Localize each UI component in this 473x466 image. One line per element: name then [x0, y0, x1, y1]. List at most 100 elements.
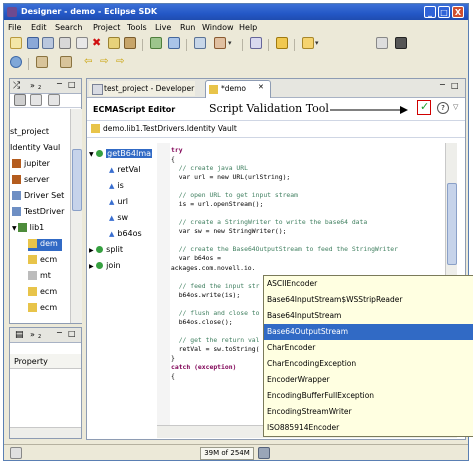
folder-icon[interactable]	[302, 37, 314, 49]
outline-var-retval[interactable]: ▲ retVal	[109, 165, 141, 177]
arrow-right-icon[interactable]: ⇨	[100, 56, 112, 68]
autocomplete-item[interactable]: CharEncoder	[264, 340, 473, 356]
document-icon[interactable]	[250, 37, 262, 49]
help-icon[interactable]: ?	[437, 102, 449, 114]
outline-var-b64os[interactable]: ▲ b64os	[109, 229, 142, 241]
delete-icon[interactable]: ✖	[92, 37, 104, 49]
expand-icon[interactable]: ▼	[12, 225, 17, 232]
navigator-icon[interactable]: ⤮	[13, 81, 20, 91]
tree-item-driver-set[interactable]: Driver Set	[12, 191, 64, 203]
menu-project[interactable]: Project	[93, 23, 120, 32]
tree-item-ecm[interactable]: ecm	[28, 255, 57, 267]
tree-item-demo[interactable]: dem	[28, 239, 62, 251]
prev-annotation-icon[interactable]	[60, 56, 72, 68]
autocomplete-item[interactable]: Base64InputStream$WSStripReader	[264, 292, 473, 308]
more-views-icon[interactable]: »	[30, 330, 35, 339]
scroll-thumb[interactable]	[447, 183, 457, 265]
chevron-down-icon[interactable]: ▾	[315, 37, 327, 49]
menu-run[interactable]: Run	[180, 23, 195, 32]
outline-var-is[interactable]: ▲ is	[109, 181, 124, 193]
pencil-icon[interactable]	[276, 37, 288, 49]
outline-function-getb64[interactable]: ▼ getB64Ima	[89, 149, 153, 161]
properties-icon[interactable]: ▤	[15, 330, 24, 340]
autocomplete-item[interactable]: ISO885914Encoder	[264, 420, 473, 436]
tab-demo-label: *demo	[221, 84, 247, 93]
autocomplete-item[interactable]: Base64InputStream	[264, 308, 473, 324]
maximize-view-icon[interactable]: □	[451, 81, 459, 90]
autocomplete-item[interactable]: ASCIIEncoder	[264, 276, 473, 292]
navigator-vscrollbar[interactable]	[70, 109, 82, 323]
arrow-left-icon[interactable]: ⇦	[84, 56, 96, 68]
model-icon[interactable]	[194, 37, 206, 49]
fast-view-icon[interactable]	[10, 447, 22, 459]
tree-item-lib1[interactable]: ▼ lib1	[12, 223, 44, 235]
tree-item-ecm-2[interactable]: ecm	[28, 287, 57, 299]
menu-search[interactable]: Search	[55, 23, 82, 32]
autocomplete-item[interactable]: CharEncodingException	[264, 356, 473, 372]
more-views-icon[interactable]: »	[30, 81, 35, 90]
title-bar[interactable]: Designer - demo - Eclipse SDK _ □ X	[4, 4, 468, 20]
chart-icon[interactable]	[150, 37, 162, 49]
tree-item-testdriver[interactable]: TestDriver	[12, 207, 64, 219]
tree-item-identity-vault[interactable]: Identity Vaul	[10, 143, 60, 155]
maximize-view-icon[interactable]: □	[68, 329, 76, 338]
save-all-icon[interactable]	[42, 37, 54, 49]
collapse-icon[interactable]	[48, 94, 60, 106]
arrow-right-alt-icon[interactable]: ⇨	[116, 56, 128, 68]
menu-edit[interactable]: Edit	[31, 23, 47, 32]
minimize-view-icon[interactable]: −	[56, 79, 63, 88]
tools-icon[interactable]	[124, 37, 136, 49]
designer-perspective-icon[interactable]	[395, 37, 407, 49]
tree-item-ecm-3[interactable]: ecm	[28, 303, 57, 315]
minimize-view-icon[interactable]: −	[56, 328, 63, 337]
maximize-view-icon[interactable]: □	[68, 80, 76, 89]
minimize-view-icon[interactable]: −	[439, 80, 446, 89]
tree-item-mt[interactable]: mt	[28, 271, 51, 283]
trash-icon[interactable]	[258, 447, 270, 459]
save-icon[interactable]	[27, 37, 39, 49]
script-icon	[28, 287, 37, 296]
outline-function-join[interactable]: ▶ join	[89, 261, 121, 273]
filter-icon[interactable]	[30, 94, 42, 106]
deploy-icon[interactable]	[168, 37, 180, 49]
globe-icon[interactable]	[10, 56, 22, 68]
outline-function-split[interactable]: ▶ split	[89, 245, 123, 257]
outline-var-sw[interactable]: ▲ sw	[109, 213, 128, 225]
close-button[interactable]: X	[452, 6, 464, 18]
minimize-button[interactable]: _	[424, 6, 436, 18]
code-line-current: Packages.com.novell.io.	[171, 264, 256, 272]
link-icon[interactable]	[14, 94, 26, 106]
secondary-toolbar: ⇦ ⇨ ⇨	[4, 56, 468, 72]
tab-demo[interactable]: *demo ✕	[205, 80, 271, 98]
code-line: try	[171, 147, 183, 154]
scroll-thumb[interactable]	[72, 149, 82, 211]
property-hscrollbar[interactable]	[10, 427, 81, 438]
chevron-down-icon[interactable]: ▾	[228, 37, 240, 49]
tab-developer[interactable]: test_project - Developer	[89, 81, 195, 96]
menu-tools[interactable]: Tools	[127, 23, 147, 32]
print-icon[interactable]	[59, 37, 71, 49]
tree-item-project[interactable]: st_project	[10, 127, 49, 139]
autocomplete-item[interactable]: EncodingStreamWriter	[264, 404, 473, 420]
tree-item-jupiter[interactable]: jupiter	[12, 159, 50, 171]
autocomplete-item[interactable]: EncodingBufferFullException	[264, 388, 473, 404]
copy-icon[interactable]	[76, 37, 88, 49]
search-tool-icon[interactable]	[214, 37, 226, 49]
tag-icon[interactable]	[108, 37, 120, 49]
validate-script-button[interactable]: ✓	[417, 100, 431, 115]
maximize-button[interactable]: □	[438, 6, 450, 18]
menu-help[interactable]: Help	[239, 23, 257, 32]
autocomplete-item-selected[interactable]: Base64OutputStream	[264, 324, 473, 340]
close-tab-icon[interactable]: ✕	[258, 83, 264, 91]
autocomplete-item[interactable]: EncoderWrapper	[264, 372, 473, 388]
menu-live[interactable]: Live	[155, 23, 171, 32]
new-icon[interactable]	[10, 37, 22, 49]
tree-item-server[interactable]: server	[12, 175, 49, 187]
menu-file[interactable]: File	[8, 23, 21, 32]
open-perspective-icon[interactable]	[376, 37, 388, 49]
next-annotation-icon[interactable]	[36, 56, 48, 68]
view-menu-icon[interactable]: ▽	[453, 103, 458, 111]
menu-window[interactable]: Window	[202, 23, 234, 32]
outline-var-url[interactable]: ▲ url	[109, 197, 128, 209]
code-line: is = url.openStream();	[171, 200, 264, 208]
